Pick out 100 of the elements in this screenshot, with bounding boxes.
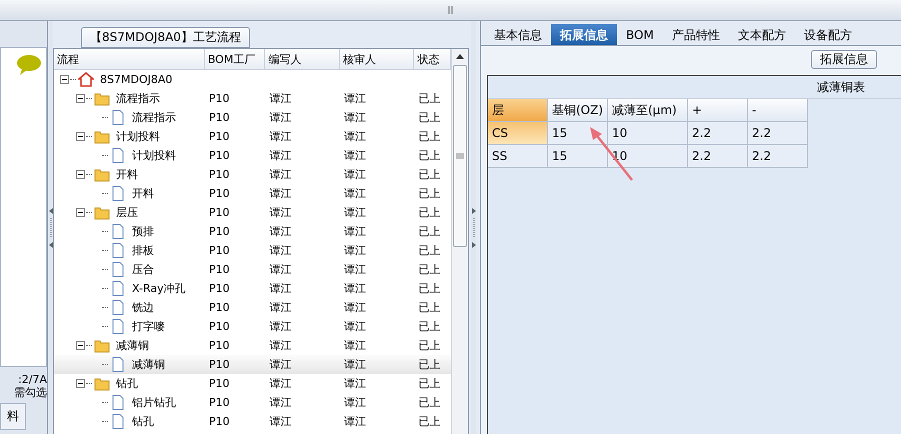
table-cell-text: 已上 (417, 224, 442, 240)
table-cell: 2.2 (748, 145, 808, 168)
tree-row[interactable]: 压合 P10 谭江 谭江 已上 (54, 260, 451, 279)
document-icon (110, 110, 126, 125)
table-cell-text: 谭江 (268, 414, 293, 430)
table-cell: 10 (608, 122, 688, 145)
tree-row[interactable]: 减薄铜 P10 谭江 谭江 已上 (54, 355, 451, 374)
table-cell-text: 已上 (417, 205, 442, 221)
table-cell-text: 谭江 (342, 148, 367, 164)
table-cell-text: 已上 (417, 300, 442, 316)
table-cell-text: 已上 (417, 281, 442, 297)
table-cell-text: 谭江 (342, 338, 367, 354)
column-header[interactable]: BOM工厂 (204, 49, 266, 69)
tree-label: 预排 (131, 224, 155, 240)
tree-row[interactable]: 打字嘜 P10 谭江 谭江 已上 (54, 317, 451, 336)
document-icon (110, 414, 126, 429)
table-cell-text: P10 (208, 300, 231, 316)
tree-label: 打字嘜 (131, 319, 166, 335)
table-cell-text: 谭江 (268, 300, 293, 316)
tree-row[interactable]: 铣边 P10 谭江 谭江 已上 (54, 298, 451, 317)
collapse-icon[interactable] (76, 341, 85, 350)
annotation-arrow (588, 126, 634, 182)
tree-row[interactable]: 开料 P10 谭江 谭江 已上 (54, 184, 451, 203)
status-text: :2/7A (17, 373, 47, 386)
column-header[interactable]: 基铜(OZ) (548, 99, 608, 122)
table-cell-text: 已上 (417, 338, 442, 354)
collapse-icon[interactable] (60, 75, 69, 84)
folder-icon (94, 338, 110, 353)
collapse-icon[interactable] (76, 379, 85, 388)
column-header[interactable]: 减薄至(μm) (608, 99, 688, 122)
table-cell-text: 谭江 (268, 91, 292, 107)
collapse-icon[interactable] (76, 94, 85, 103)
table-cell-text: 谭江 (268, 205, 292, 221)
tree-row[interactable]: 减薄铜 P10 谭江 谭江 已上 (54, 336, 451, 355)
tree-row[interactable]: 铝片钻孔 P10 谭江 谭江 已上 (54, 393, 451, 412)
tree-row[interactable]: 开料 P10 谭江 谭江 已上 (54, 165, 451, 184)
folder-icon (94, 376, 110, 391)
table-cell-text: 已上 (417, 167, 442, 183)
table-cell-text: 谭江 (342, 91, 367, 107)
column-header[interactable]: - (748, 99, 808, 122)
tree-row[interactable]: 流程指示 P10 谭江 谭江 已上 (54, 108, 451, 127)
table-cell: CS (488, 122, 548, 145)
table-cell-text: P10 (208, 110, 231, 126)
scroll-thumb[interactable] (453, 65, 467, 247)
tree-row[interactable]: 预排 P10 谭江 谭江 已上 (54, 222, 451, 241)
tree-label: 流程指示 (115, 91, 161, 107)
collapse-icon[interactable] (76, 208, 85, 217)
document-icon (110, 262, 126, 277)
table-cell-text: 谭江 (268, 319, 293, 335)
tree-row[interactable]: X-Ray冲孔 P10 谭江 谭江 已上 (54, 279, 451, 298)
column-header[interactable]: + (688, 99, 748, 122)
table-cell-text: 已上 (417, 262, 442, 278)
tree-label: 铝片钻孔 (131, 395, 177, 411)
table-cell-text: 谭江 (268, 243, 293, 259)
tab[interactable]: BOM (617, 24, 663, 45)
house-icon (78, 72, 94, 87)
table-cell-text: 已上 (417, 129, 442, 145)
tree-label: 钻孔 (131, 414, 155, 430)
collapse-handle-icon[interactable] (472, 208, 476, 248)
table-cell: 2.2 (748, 122, 808, 145)
tab[interactable]: 基本信息 (485, 24, 551, 45)
collapse-icon[interactable] (76, 132, 85, 141)
tab[interactable]: 产品特性 (662, 24, 729, 45)
table-cell-text: P10 (208, 224, 231, 240)
column-header[interactable]: 层 (488, 99, 548, 122)
tree-label: 减薄铜 (131, 357, 166, 373)
table-cell-text: 谭江 (268, 262, 293, 278)
collapse-icon[interactable] (76, 170, 85, 179)
table-cell: 15 (548, 145, 608, 168)
table-cell-text: 已上 (417, 357, 442, 373)
document-icon (110, 395, 126, 410)
table-cell: 2.2 (688, 122, 748, 145)
table-cell: 15 (548, 122, 608, 145)
tree-row[interactable]: 流程指示 P10 谭江 谭江 已上 (54, 89, 451, 108)
table-cell-text: P10 (208, 414, 231, 430)
tree-row[interactable]: 计划投料 P10 谭江 谭江 已上 (54, 127, 451, 146)
scrollbar[interactable] (451, 49, 468, 434)
table-cell-text: 谭江 (268, 395, 293, 411)
document-icon (110, 281, 126, 296)
document-icon (110, 224, 126, 239)
tree-row[interactable]: 层压 P10 谭江 谭江 已上 (54, 203, 451, 222)
tree-row[interactable]: 钻孔 P10 谭江 谭江 已上 (54, 374, 451, 393)
tree-row[interactable]: 8S7MDOJ8A0 (54, 70, 451, 89)
tab[interactable]: 文本配方 (728, 24, 795, 45)
table-cell-text: 谭江 (268, 376, 292, 392)
document-icon (110, 357, 126, 372)
column-header[interactable]: 流程 (54, 49, 205, 69)
splitter-grip-icon[interactable] (446, 6, 454, 14)
document-icon (110, 319, 126, 334)
tab[interactable]: 设备配方 (794, 24, 861, 45)
group-title: 拓展信息 (811, 50, 877, 69)
column-header[interactable]: 编写人 (265, 49, 340, 69)
tree-row[interactable]: 排板 P10 谭江 谭江 已上 (54, 241, 451, 260)
tab[interactable]: 拓展信息 (551, 24, 617, 45)
panel-tab[interactable]: 料 (0, 403, 26, 430)
table-cell-text: 谭江 (342, 281, 367, 297)
collapse-handle-icon[interactable] (48, 208, 52, 248)
tree-row[interactable]: 计划投料 P10 谭江 谭江 已上 (54, 146, 451, 165)
tree-row[interactable]: 钻孔 P10 谭江 谭江 已上 (54, 412, 451, 431)
column-header[interactable]: 核审人 (340, 49, 414, 69)
